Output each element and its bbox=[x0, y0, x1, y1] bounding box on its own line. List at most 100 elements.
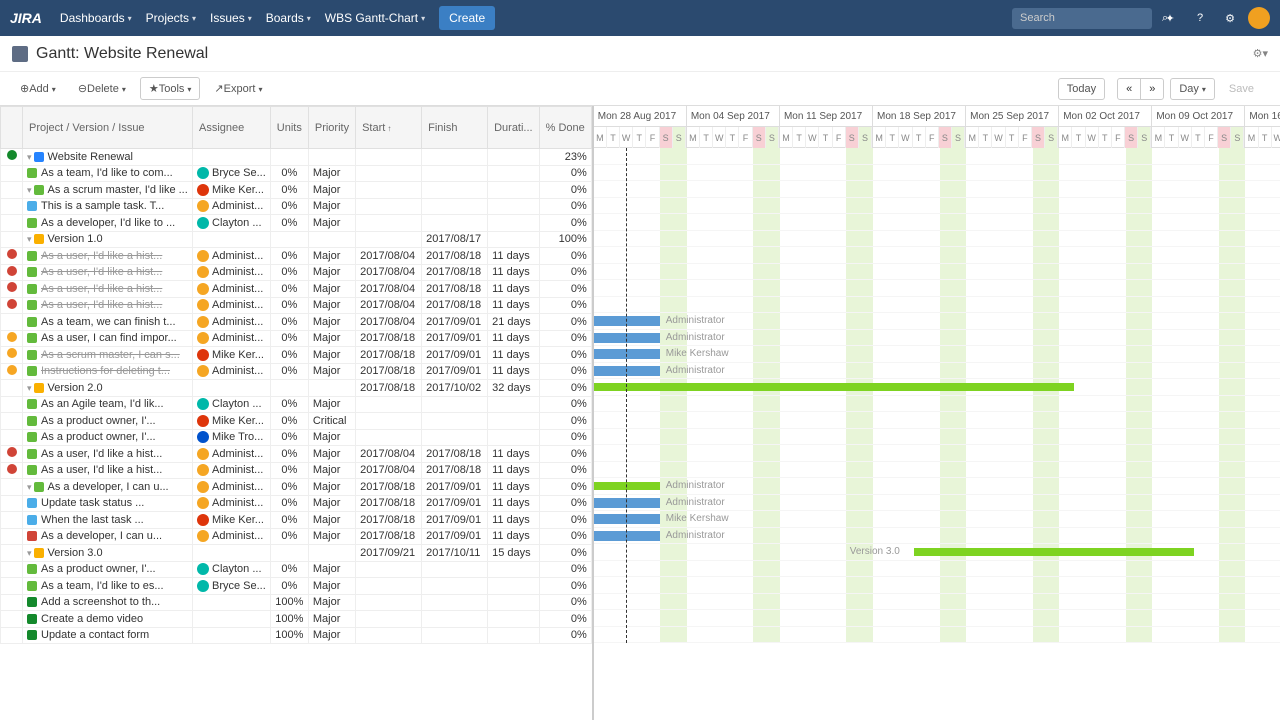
gantt-row[interactable] bbox=[594, 247, 1280, 264]
gantt-row[interactable]: Administrator bbox=[594, 478, 1280, 495]
col-finish[interactable]: Finish bbox=[422, 107, 488, 149]
prev-button[interactable]: « bbox=[1118, 79, 1141, 99]
grid-row[interactable]: As a product owner, I'... Mike Ker... 0%… bbox=[1, 413, 592, 430]
gantt-row[interactable]: Administrator bbox=[594, 495, 1280, 512]
user-avatar[interactable] bbox=[1248, 7, 1270, 29]
gantt-bar[interactable] bbox=[594, 482, 660, 490]
col-start[interactable]: Start↑ bbox=[356, 107, 422, 149]
gantt-row[interactable] bbox=[594, 280, 1280, 297]
search-input[interactable] bbox=[1020, 12, 1162, 24]
tree-toggle[interactable]: ▾ bbox=[27, 185, 32, 195]
grid-row[interactable]: ▾Version 2.0 2017/08/18 2017/10/02 32 da… bbox=[1, 380, 592, 397]
grid-row[interactable]: As a user, I'd like a hist... Administ..… bbox=[1, 281, 592, 298]
col-units[interactable]: Units bbox=[270, 107, 308, 149]
col-issue[interactable]: Project / Version / Issue bbox=[23, 107, 193, 149]
tools-button[interactable]: ★ Tools bbox=[140, 77, 201, 100]
scale-selector[interactable]: Day bbox=[1170, 78, 1215, 100]
gantt-row[interactable] bbox=[594, 214, 1280, 231]
grid-row[interactable]: Update task status ... Administ... 0% Ma… bbox=[1, 495, 592, 512]
grid-row[interactable]: As a user, I'd like a hist... Administ..… bbox=[1, 248, 592, 265]
grid-row[interactable]: As a user, I'd like a hist... Administ..… bbox=[1, 264, 592, 281]
grid-row[interactable]: As a user, I'd like a hist... Administ..… bbox=[1, 462, 592, 479]
grid-row[interactable]: ▾Website Renewal 23% bbox=[1, 149, 592, 166]
grid-row[interactable]: Create a demo video 100% Major 0% bbox=[1, 611, 592, 628]
gantt-row[interactable] bbox=[594, 594, 1280, 611]
gantt-bar[interactable] bbox=[594, 498, 660, 508]
grid-row[interactable]: ▾As a developer, I can u... Administ... … bbox=[1, 479, 592, 496]
grid-row[interactable]: As a product owner, I'... Clayton ... 0%… bbox=[1, 561, 592, 578]
gantt-row[interactable] bbox=[594, 165, 1280, 182]
gantt-row[interactable]: Administrator bbox=[594, 313, 1280, 330]
search-box[interactable]: ⌕ bbox=[1012, 8, 1152, 29]
grid-row[interactable]: Update a contact form 100% Major 0% bbox=[1, 627, 592, 644]
gantt-row[interactable]: Administrator bbox=[594, 363, 1280, 380]
gantt-row[interactable] bbox=[594, 462, 1280, 479]
gantt-row[interactable]: Mike Kershaw bbox=[594, 511, 1280, 528]
gantt-row[interactable] bbox=[594, 264, 1280, 281]
gantt-row[interactable] bbox=[594, 429, 1280, 446]
grid-row[interactable]: As a developer, I'd like to ... Clayton … bbox=[1, 215, 592, 232]
gantt-bar[interactable] bbox=[594, 366, 660, 376]
export-button[interactable]: ↗ Export bbox=[206, 78, 270, 99]
save-button[interactable]: Save bbox=[1221, 79, 1262, 99]
col-duration[interactable]: Durati... bbox=[488, 107, 540, 149]
gantt-row[interactable]: Administrator bbox=[594, 330, 1280, 347]
gantt-row[interactable] bbox=[594, 412, 1280, 429]
gantt-bar[interactable] bbox=[594, 349, 660, 359]
grid-row[interactable]: As a user, I can find impor... Administ.… bbox=[1, 330, 592, 347]
settings-icon[interactable]: ⚙ bbox=[1218, 6, 1242, 30]
gantt-bar[interactable] bbox=[594, 531, 660, 541]
gantt-row[interactable]: Mike Kershaw bbox=[594, 346, 1280, 363]
gantt-bar[interactable] bbox=[594, 316, 660, 326]
grid-row[interactable]: Add a screenshot to th... 100% Major 0% bbox=[1, 594, 592, 611]
grid-row[interactable]: As a product owner, I'... Mike Tro... 0%… bbox=[1, 429, 592, 446]
grid-row[interactable]: As an Agile team, I'd lik... Clayton ...… bbox=[1, 396, 592, 413]
feedback-icon[interactable]: ✦ bbox=[1158, 6, 1182, 30]
grid-row[interactable]: As a scrum master, I can s... Mike Ker..… bbox=[1, 347, 592, 364]
gantt-chart[interactable]: Mon 28 Aug 2017MTWTFSSMon 04 Sep 2017MTW… bbox=[594, 106, 1280, 720]
gantt-bar[interactable] bbox=[594, 383, 1074, 391]
nav-dashboards[interactable]: Dashboards bbox=[60, 11, 132, 25]
grid-row[interactable]: ▾As a scrum master, I'd like ... Mike Ke… bbox=[1, 182, 592, 199]
gantt-bar[interactable] bbox=[914, 548, 1194, 556]
tree-toggle[interactable]: ▾ bbox=[27, 383, 32, 393]
col-assignee[interactable]: Assignee bbox=[193, 107, 271, 149]
tree-toggle[interactable]: ▾ bbox=[27, 234, 32, 244]
gantt-row[interactable] bbox=[594, 577, 1280, 594]
nav-boards[interactable]: Boards bbox=[266, 11, 311, 25]
gantt-row[interactable] bbox=[594, 297, 1280, 314]
today-button[interactable]: Today bbox=[1058, 78, 1105, 100]
grid-row[interactable]: ▾Version 3.0 2017/09/21 2017/10/11 15 da… bbox=[1, 545, 592, 562]
gantt-bar[interactable] bbox=[594, 514, 660, 524]
gantt-body[interactable]: AdministratorAdministratorMike KershawAd… bbox=[594, 148, 1280, 643]
help-icon[interactable]: ? bbox=[1188, 6, 1212, 30]
next-button[interactable]: » bbox=[1141, 79, 1163, 99]
gantt-row[interactable]: Administrator bbox=[594, 528, 1280, 545]
grid-row[interactable]: As a team, I'd like to com... Bryce Se..… bbox=[1, 165, 592, 182]
delete-button[interactable]: ⊖ Delete bbox=[70, 78, 134, 99]
tree-toggle[interactable]: ▾ bbox=[27, 482, 32, 492]
gantt-row[interactable] bbox=[594, 198, 1280, 215]
gantt-bar[interactable] bbox=[594, 333, 660, 343]
grid-row[interactable]: As a team, I'd like to es... Bryce Se...… bbox=[1, 578, 592, 595]
grid-row[interactable]: As a user, I'd like a hist... Administ..… bbox=[1, 446, 592, 463]
gantt-row[interactable]: Version 3.0 bbox=[594, 544, 1280, 561]
create-button[interactable]: Create bbox=[439, 6, 495, 30]
col-priority[interactable]: Priority bbox=[308, 107, 355, 149]
nav-issues[interactable]: Issues bbox=[210, 11, 252, 25]
grid-row[interactable]: ▾Version 1.0 2017/08/17 100% bbox=[1, 231, 592, 248]
gantt-row[interactable] bbox=[594, 231, 1280, 248]
nav-wbs-gantt[interactable]: WBS Gantt-Chart bbox=[325, 11, 425, 25]
add-button[interactable]: ⊕ Add bbox=[12, 78, 64, 99]
gantt-row[interactable] bbox=[594, 379, 1280, 396]
page-settings-icon[interactable]: ⚙▾ bbox=[1253, 47, 1268, 60]
gantt-row[interactable] bbox=[594, 148, 1280, 165]
nav-projects[interactable]: Projects bbox=[146, 11, 196, 25]
gantt-row[interactable] bbox=[594, 610, 1280, 627]
gantt-row[interactable] bbox=[594, 181, 1280, 198]
grid-row[interactable]: Instructions for deleting t... Administ.… bbox=[1, 363, 592, 380]
gantt-row[interactable] bbox=[594, 561, 1280, 578]
tree-toggle[interactable]: ▾ bbox=[27, 152, 32, 162]
grid-row[interactable]: As a team, we can finish t... Administ..… bbox=[1, 314, 592, 331]
gantt-row[interactable] bbox=[594, 396, 1280, 413]
